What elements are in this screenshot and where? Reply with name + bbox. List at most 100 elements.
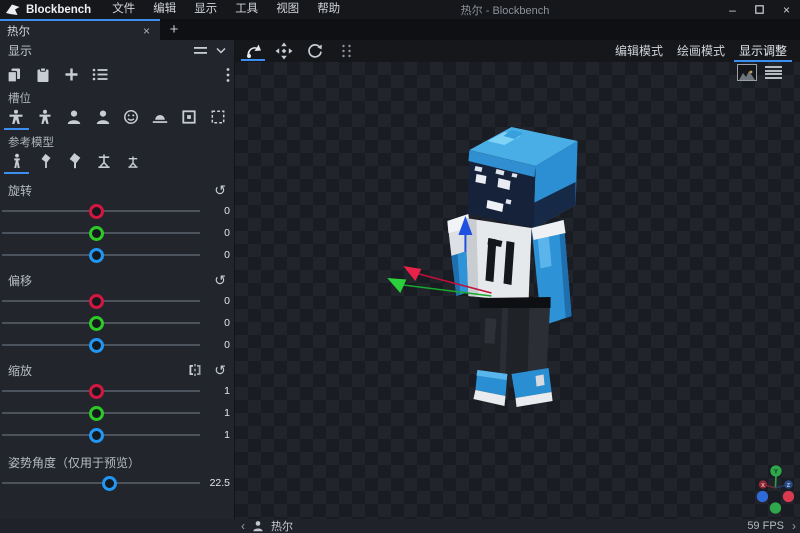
slider-track[interactable] (2, 428, 200, 442)
armor-stand-small-icon (125, 153, 141, 169)
player-icon (9, 153, 25, 169)
menu-tools[interactable]: 工具 (226, 0, 267, 19)
slider-handle-x[interactable] (89, 204, 104, 219)
axis-y-label: Y (774, 469, 779, 476)
menu-file[interactable]: 文件 (103, 0, 144, 19)
slot-firstperson-right[interactable] (60, 109, 89, 132)
scale-label: 缩放 (8, 362, 32, 379)
slider-track[interactable] (2, 226, 200, 240)
paste-icon[interactable] (35, 67, 51, 83)
reset-offset-icon[interactable]: ↺ (214, 273, 226, 287)
slot-firstperson-left[interactable] (88, 109, 117, 132)
tab-display-mode[interactable]: 显示调整 (734, 40, 792, 62)
expand-chevron-icon[interactable]: › (792, 520, 796, 532)
offset-z-slider: 0 (0, 334, 234, 356)
panel-header[interactable]: 显示 (0, 40, 234, 61)
tab-edit-mode[interactable]: 编辑模式 (610, 40, 668, 62)
add-icon[interactable] (64, 67, 79, 82)
toolbar-more-icon[interactable] (336, 40, 356, 62)
3d-canvas[interactable]: X Z Y (235, 62, 800, 519)
close-window-button[interactable]: × (773, 0, 800, 19)
maximize-button[interactable] (746, 0, 773, 19)
slider-track[interactable] (2, 338, 200, 352)
skin-model[interactable] (447, 127, 577, 407)
menu-view[interactable]: 视图 (267, 0, 308, 19)
ref-item-small[interactable] (31, 153, 60, 176)
new-tab-button[interactable]: + (160, 19, 188, 40)
tilted-item-icon (67, 153, 83, 169)
tab-close-icon[interactable]: × (140, 24, 153, 38)
person-arms-out-icon (8, 109, 24, 125)
copy-icon[interactable] (6, 67, 22, 83)
smiley-face-icon (123, 109, 139, 125)
slider-track[interactable] (2, 384, 200, 398)
slider-track[interactable] (2, 204, 200, 218)
slider-handle-x[interactable] (89, 384, 104, 399)
slot-thirdperson-left[interactable] (31, 109, 60, 132)
tilted-item-icon (38, 153, 54, 169)
menu-display[interactable]: 显示 (185, 0, 226, 19)
ref-armor-stand-small[interactable] (118, 153, 147, 176)
minimize-button[interactable]: – (719, 0, 746, 19)
slider-handle-y[interactable] (89, 406, 104, 421)
slider-handle-x[interactable] (89, 294, 104, 309)
slider-track[interactable] (2, 248, 200, 262)
menu-edit[interactable]: 编辑 (144, 0, 185, 19)
collapse-chevron-icon[interactable]: ‹ (241, 520, 245, 532)
slider-handle-z[interactable] (89, 248, 104, 263)
slots-label: 槽位 (0, 88, 234, 107)
status-model-name: 热尔 (271, 518, 293, 533)
slot-gui[interactable] (203, 109, 232, 132)
blockbench-window: Blockbench 文件 编辑 显示 工具 视图 帮助 热尔 - Blockb… (0, 0, 800, 533)
scale-z-value: 1 (200, 429, 230, 441)
slot-thirdperson-right[interactable] (2, 109, 31, 132)
model-preview[interactable]: X Z Y (235, 62, 800, 519)
rotation-x-slider: 0 (0, 200, 234, 222)
reset-rotation-icon[interactable]: ↺ (214, 183, 226, 197)
person-arms-out-icon (37, 109, 53, 125)
rotate-tool-button[interactable] (243, 40, 263, 62)
slider-handle-y[interactable] (89, 226, 104, 241)
person-bust-icon (66, 109, 82, 125)
list-icon[interactable] (92, 67, 108, 82)
panel-title: 显示 (8, 42, 32, 59)
slider-handle-y[interactable] (89, 316, 104, 331)
sync-rotation-button[interactable] (305, 40, 325, 62)
pose-handle[interactable] (102, 476, 117, 491)
slider-track[interactable] (2, 316, 200, 330)
rotation-y-slider: 0 (0, 222, 234, 244)
ref-player[interactable] (2, 153, 31, 176)
drag-dots-icon (341, 44, 352, 58)
slider-track[interactable] (2, 406, 200, 420)
slot-ground[interactable] (146, 109, 175, 132)
tab-paint-mode[interactable]: 绘画模式 (672, 40, 730, 62)
slot-frame[interactable] (175, 109, 204, 132)
panel-more-icon[interactable] (226, 67, 230, 83)
reference-model-label: 参考模型 (0, 132, 234, 151)
tab-label: 热尔 (7, 23, 30, 39)
ref-item-large[interactable] (60, 153, 89, 176)
move-tool-button[interactable] (274, 40, 294, 62)
slider-track[interactable] (2, 476, 200, 490)
person-bust-icon (95, 109, 111, 125)
rotation-z-slider: 0 (0, 244, 234, 266)
scale-z-slider: 1 (0, 424, 234, 446)
reset-scale-icon[interactable]: ↺ (214, 363, 226, 377)
ref-armor-stand[interactable] (89, 153, 118, 176)
orientation-gizmo[interactable]: X Z Y (757, 465, 794, 513)
slider-handle-z[interactable] (89, 338, 104, 353)
offset-y-value: 0 (200, 317, 230, 329)
mirror-icon[interactable] (188, 363, 202, 377)
slider-handle-z[interactable] (89, 428, 104, 443)
slot-head[interactable] (117, 109, 146, 132)
panel-fold-chevron-icon[interactable] (216, 47, 226, 54)
offset-label: 偏移 (8, 272, 32, 289)
rotation-x-value: 0 (200, 205, 230, 217)
scale-x-slider: 1 (0, 380, 234, 402)
menu-help[interactable]: 帮助 (308, 0, 349, 19)
project-tab[interactable]: 热尔 × (0, 19, 160, 40)
panel-menu-icon[interactable] (194, 46, 207, 56)
dashed-box-icon (210, 109, 226, 125)
pose-value: 22.5 (200, 477, 230, 489)
slider-track[interactable] (2, 294, 200, 308)
